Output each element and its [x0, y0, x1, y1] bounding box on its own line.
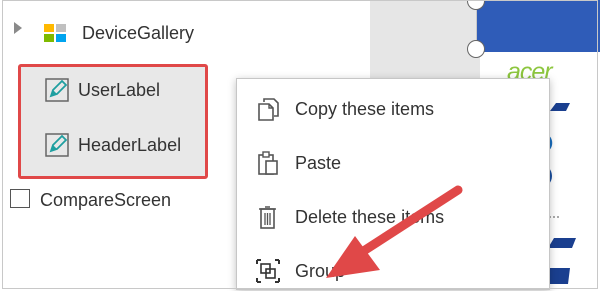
screenshot-frame — [2, 0, 598, 289]
screenshot: acer DeviceGallery UserLabel HeaderLabel… — [0, 0, 600, 290]
